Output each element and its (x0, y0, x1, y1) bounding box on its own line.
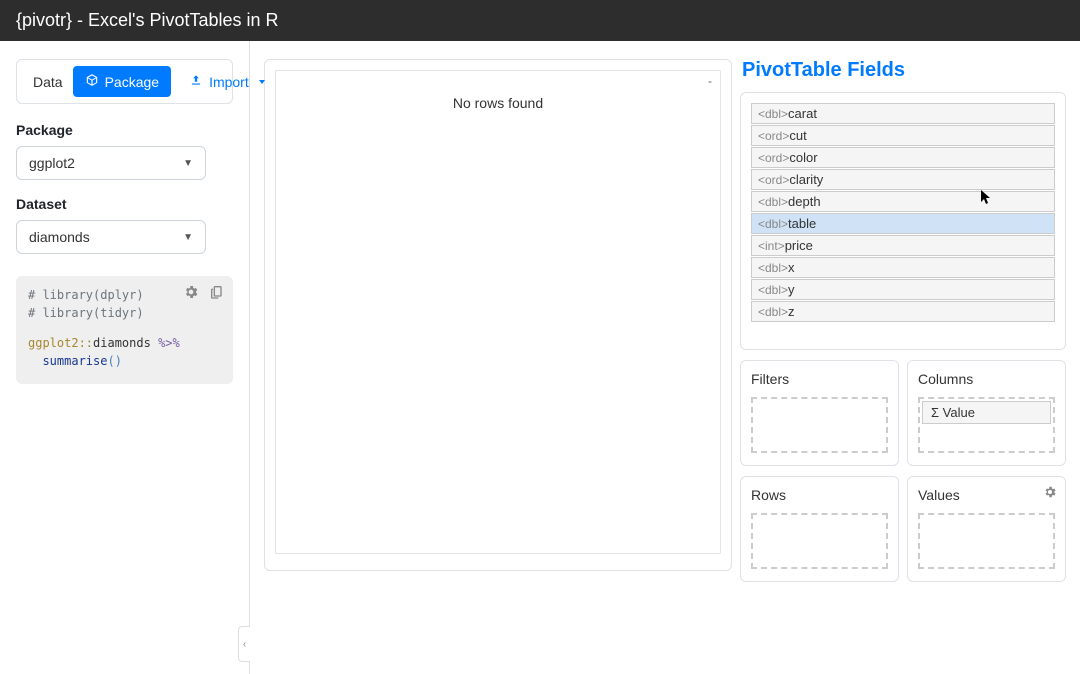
field-name: carat (788, 106, 817, 121)
field-type: <dbl> (758, 283, 788, 297)
field-name: price (785, 238, 813, 253)
field-item-price[interactable]: <int>price (751, 235, 1055, 256)
tab-import-label: Import (209, 74, 249, 90)
pivot-fields-title: PivotTable Fields (740, 59, 1066, 82)
field-item-z[interactable]: <dbl>z (751, 301, 1055, 322)
field-item-depth[interactable]: <dbl>depth (751, 191, 1055, 212)
rows-dropzone[interactable] (751, 513, 888, 569)
field-name: color (789, 150, 817, 165)
field-name: depth (788, 194, 821, 209)
code-fn: summarise (42, 354, 107, 368)
upload-icon (189, 73, 203, 90)
field-name: table (788, 216, 816, 231)
field-type: <ord> (758, 129, 789, 143)
code-preview: # library(dplyr) # library(tidyr) ggplot… (16, 276, 233, 384)
code-paren: () (107, 354, 121, 368)
app-title: {pivotr} - Excel's PivotTables in R (16, 10, 279, 31)
values-label: Values (918, 487, 1055, 503)
table-header-corner: - (708, 74, 712, 88)
filters-label: Filters (751, 371, 888, 387)
field-item-color[interactable]: <ord>color (751, 147, 1055, 168)
code-indent (28, 354, 42, 368)
values-gear-icon[interactable] (1043, 485, 1057, 502)
code-line-2: # library(tidyr) (28, 306, 144, 320)
field-type: <ord> (758, 151, 789, 165)
tab-package[interactable]: Package (73, 66, 171, 97)
field-name: y (788, 282, 795, 297)
field-item-clarity[interactable]: <ord>clarity (751, 169, 1055, 190)
package-label: Package (16, 122, 233, 138)
clipboard-icon[interactable] (209, 284, 225, 305)
values-dropzone[interactable] (918, 513, 1055, 569)
sidebar: Data Package Import Package ggplot2 ▼ (0, 41, 250, 674)
code-ns: ggplot2:: (28, 336, 93, 350)
field-type: <dbl> (758, 107, 788, 121)
result-table: - No rows found (275, 70, 721, 554)
app-header: {pivotr} - Excel's PivotTables in R (0, 0, 1080, 41)
tab-import[interactable]: Import (181, 67, 273, 96)
field-name: clarity (789, 172, 823, 187)
field-item-x[interactable]: <dbl>x (751, 257, 1055, 278)
dataset-label: Dataset (16, 196, 233, 212)
main: - No rows found PivotTable Fields <dbl>c… (250, 41, 1080, 674)
field-name: cut (789, 128, 806, 143)
sidebar-collapse-toggle[interactable]: ‹ (238, 626, 250, 662)
rows-zone: Rows (740, 476, 899, 582)
field-item-cut[interactable]: <ord>cut (751, 125, 1055, 146)
columns-label: Columns (918, 371, 1055, 387)
result-table-card: - No rows found (264, 59, 732, 571)
field-type: <ord> (758, 173, 789, 187)
sidebar-tabs: Data Package Import (16, 59, 233, 104)
code-line-1: # library(dplyr) (28, 288, 144, 302)
field-item-y[interactable]: <dbl>y (751, 279, 1055, 300)
chevron-down-icon: ▼ (183, 158, 193, 169)
filters-dropzone[interactable] (751, 397, 888, 453)
tab-package-label: Package (105, 74, 159, 90)
package-value: ggplot2 (29, 155, 75, 171)
columns-zone: Columns Σ Value (907, 360, 1066, 466)
code-pipe: %>% (158, 336, 180, 350)
field-type: <dbl> (758, 195, 788, 209)
dataset-select[interactable]: diamonds ▼ (16, 220, 206, 254)
filters-zone: Filters (740, 360, 899, 466)
field-type: <dbl> (758, 261, 788, 275)
no-rows-message: No rows found (282, 95, 714, 111)
code-obj: diamonds (93, 336, 158, 350)
columns-dropzone[interactable]: Σ Value (918, 397, 1055, 453)
values-zone: Values (907, 476, 1066, 582)
package-select[interactable]: ggplot2 ▼ (16, 146, 206, 180)
gear-icon[interactable] (183, 284, 199, 305)
field-item-carat[interactable]: <dbl>carat (751, 103, 1055, 124)
field-item-table[interactable]: <dbl>table (751, 213, 1055, 234)
fields-list: <dbl>carat<ord>cut<ord>color<ord>clarity… (740, 92, 1066, 350)
field-type: <dbl> (758, 217, 788, 231)
field-type: <dbl> (758, 305, 788, 319)
chevron-down-icon: ▼ (183, 232, 193, 243)
cube-icon (85, 73, 99, 90)
field-name: z (788, 304, 795, 319)
field-name: x (788, 260, 795, 275)
tab-data[interactable]: Data (27, 68, 69, 96)
dataset-value: diamonds (29, 229, 90, 245)
field-type: <int> (758, 239, 785, 253)
rows-label: Rows (751, 487, 888, 503)
columns-item-sigma[interactable]: Σ Value (922, 401, 1051, 424)
